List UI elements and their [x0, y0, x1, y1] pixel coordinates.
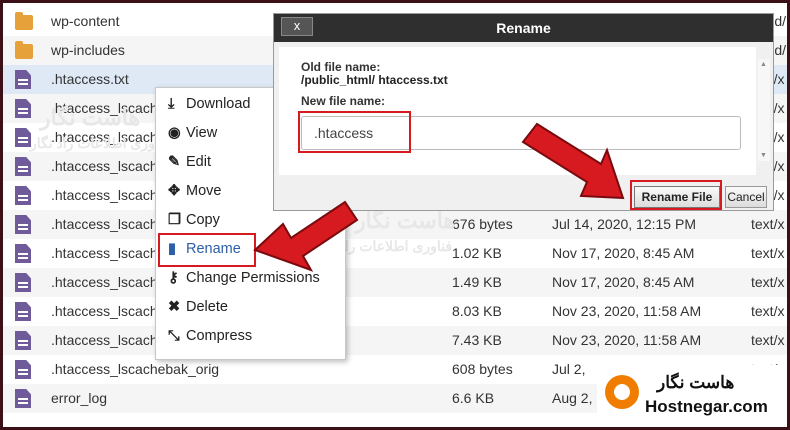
- table-row[interactable]: .htaccess_lscachebak_09 7.43 KB Nov 23, 20…: [3, 326, 787, 355]
- table-row[interactable]: .htaccess_lscach 8.03 KB Nov 23, 2020, 11:…: [3, 297, 787, 326]
- file-size: 6.6 KB: [452, 390, 495, 406]
- menu-item-delete-label: Delete: [186, 299, 228, 315]
- file-name: .htaccess_lscach: [51, 216, 158, 232]
- folder-icon: [15, 41, 33, 59]
- table-row[interactable]: .htaccess_lscach 1.49 KB Nov 17, 2020, 8:4…: [3, 268, 787, 297]
- old-name-label: Old file name:: [301, 60, 381, 74]
- file-icon: [15, 215, 31, 234]
- file-icon: [15, 99, 31, 118]
- menu-item-edit-label: Edit: [186, 154, 211, 170]
- hostnegar-logo: هاست نگار Hostnegar.com: [597, 365, 787, 427]
- file-name: .htaccess_lscach: [51, 100, 158, 116]
- file-date: Jul 2,: [552, 361, 586, 377]
- file-name: wp-content: [51, 13, 120, 29]
- menu-item-compress-label: Compress: [186, 328, 253, 344]
- file-size: 608 bytes: [452, 361, 513, 377]
- file-type: text/x: [751, 303, 785, 319]
- file-icon: [15, 128, 31, 147]
- dialog-title: Rename: [496, 20, 551, 36]
- file-icon: [15, 360, 31, 379]
- file-date: Nov 17, 2020, 8:45 AM: [552, 274, 695, 290]
- file-name: .htaccess_lscach: [51, 158, 158, 174]
- folder-icon: [15, 12, 33, 30]
- file-type: text/x: [751, 216, 785, 232]
- file-name: .htaccess_lscach: [51, 245, 158, 261]
- file-name: .htaccess_lscach: [51, 129, 158, 145]
- file-date: Nov 23, 2020, 11:58 AM: [552, 303, 702, 319]
- dialog-titlebar: x Rename: [274, 14, 773, 42]
- old-name-value: /public_html/ htaccess.txt: [301, 73, 448, 87]
- file-icon: [15, 157, 31, 176]
- file-size: 1.02 KB: [452, 245, 502, 261]
- logo-text-fa: هاست نگار: [657, 373, 735, 392]
- arrow-to-rename-button-icon: [521, 122, 625, 200]
- move-icon: ✥: [168, 183, 181, 199]
- file-size: 676 bytes: [452, 216, 513, 232]
- file-name: .htaccess_lscachebak_orig: [51, 361, 220, 377]
- menu-item-view[interactable]: ◉ View: [168, 125, 217, 149]
- logo-text-en: Hostnegar.com: [645, 397, 768, 416]
- arrow-to-rename-icon: [253, 200, 359, 272]
- file-name: .htaccess_lscach: [51, 303, 158, 319]
- highlight-new-name-input: [298, 111, 411, 153]
- menu-item-download-label: Download: [186, 96, 251, 112]
- compress-icon: ⤡: [168, 328, 180, 344]
- file-name: wp-includes: [51, 42, 125, 58]
- menu-item-copy-label: Copy: [186, 212, 220, 228]
- file-icon: [15, 70, 31, 89]
- file-icon: [15, 389, 31, 408]
- pencil-icon: ✎: [168, 154, 181, 170]
- table-row[interactable]: .htaccess_lscach 676 bytes Jul 14, 2020, 1…: [3, 210, 787, 239]
- menu-item-delete[interactable]: ✖ Delete: [168, 299, 228, 323]
- file-name: .htaccess_lscach: [51, 187, 158, 203]
- file-icon: [15, 302, 31, 321]
- key-icon: ⚷: [168, 270, 179, 286]
- file-date: Aug 2,: [552, 390, 593, 406]
- file-size: 1.49 KB: [452, 274, 502, 290]
- file-name: .htaccess_lscach: [51, 274, 158, 290]
- copy-icon: ❐: [168, 212, 181, 228]
- menu-item-compress[interactable]: ⤡ Compress: [168, 328, 252, 352]
- menu-item-edit[interactable]: ✎ Edit: [168, 154, 211, 178]
- file-size: 7.43 KB: [452, 332, 502, 348]
- menu-item-download[interactable]: ⤓ Download: [168, 96, 251, 120]
- file-icon: [15, 186, 31, 205]
- file-date: Nov 17, 2020, 8:45 AM: [552, 245, 695, 261]
- file-type: text/x: [751, 274, 785, 290]
- table-row[interactable]: .htaccess_lscach 1.02 KB Nov 17, 2020, 8:4…: [3, 239, 787, 268]
- file-type: text/x: [751, 332, 785, 348]
- file-date: Nov 23, 2020, 11:58 AM: [552, 332, 702, 348]
- new-name-label: New file name:: [301, 94, 386, 108]
- file-type: text/x: [751, 245, 785, 261]
- menu-item-view-label: View: [186, 125, 218, 141]
- file-icon: [15, 244, 31, 263]
- menu-item-move[interactable]: ✥ Move: [168, 183, 221, 207]
- highlight-rename-button: [630, 180, 722, 210]
- file-icon: [15, 331, 31, 350]
- file-size: 8.03 KB: [452, 303, 502, 319]
- file-name: error_log: [51, 390, 108, 406]
- eye-icon: ◉: [168, 125, 181, 141]
- file-name: .htaccess.txt: [51, 71, 129, 87]
- highlight-rename-menu: [158, 233, 256, 267]
- download-icon: ⤓: [168, 96, 175, 112]
- hostnegar-logo-icon: [605, 375, 639, 409]
- dialog-scrollbar[interactable]: [758, 59, 770, 161]
- cancel-button[interactable]: Cancel: [725, 186, 767, 208]
- menu-item-move-label: Move: [186, 183, 222, 199]
- file-icon: [15, 273, 31, 292]
- delete-icon: ✖: [168, 299, 181, 315]
